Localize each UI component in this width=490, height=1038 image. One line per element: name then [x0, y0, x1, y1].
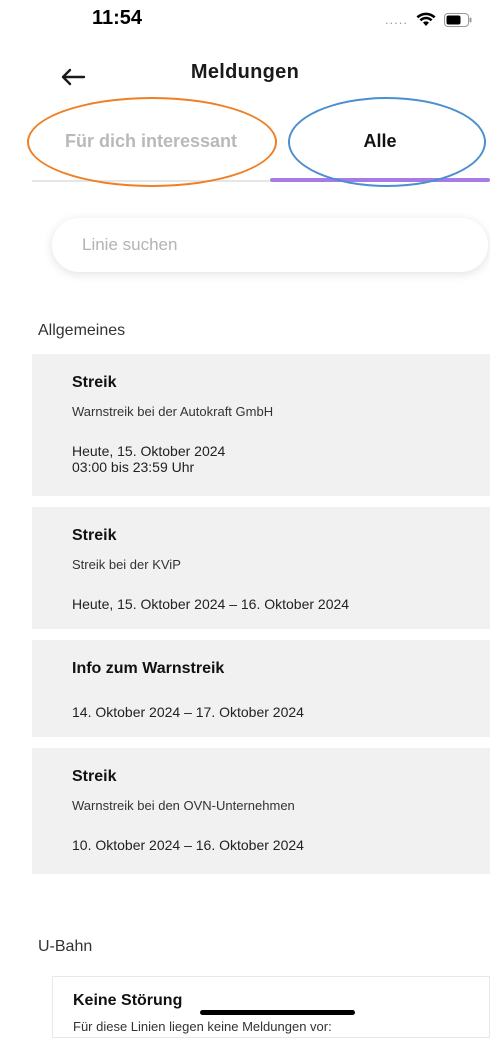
- signal-dots: .....: [384, 12, 408, 27]
- active-tab-indicator: [270, 178, 490, 182]
- message-card[interactable]: Streik Streik bei der KViP Heute, 15. Ok…: [32, 507, 490, 629]
- status-icons: .....: [385, 12, 472, 27]
- status-bar: 11:54 .....: [0, 0, 490, 40]
- card-title: Info zum Warnstreik: [72, 660, 225, 677]
- tab-fuer-dich-interessant[interactable]: Für dich interessant: [32, 104, 270, 178]
- message-card[interactable]: Streik Warnstreik bei der Autokraft GmbH…: [32, 354, 490, 496]
- section-heading-u-bahn: U-Bahn: [38, 938, 93, 955]
- message-card[interactable]: Streik Warnstreik bei den OVN-Unternehme…: [32, 748, 490, 874]
- battery-icon: [444, 12, 472, 27]
- card-title: Streik: [72, 527, 117, 544]
- card-time: 03:00 bis 23:59 Uhr: [72, 459, 195, 475]
- card-title: Streik: [72, 768, 117, 785]
- no-disruption-card[interactable]: Keine Störung Für diese Linien liegen ke…: [52, 976, 490, 1038]
- wifi-icon: [416, 12, 436, 27]
- card-date: Heute, 15. Oktober 2024: [72, 443, 226, 459]
- nav-bar: Meldungen: [0, 58, 490, 98]
- card-date: 14. Oktober 2024 – 17. Oktober 2024: [72, 704, 304, 720]
- card-subtitle: Warnstreik bei den OVN-Unternehmen: [72, 798, 295, 813]
- home-indicator: [200, 1010, 355, 1015]
- search-bar[interactable]: [52, 218, 488, 272]
- tab-bar: Für dich interessant Alle: [32, 104, 490, 182]
- tab-alle[interactable]: Alle: [270, 104, 490, 178]
- page-title: Meldungen: [190, 61, 300, 83]
- card-text: Für diese Linien liegen keine Meldungen …: [73, 1019, 332, 1034]
- search-input[interactable]: [52, 218, 462, 272]
- card-subtitle: Streik bei der KViP: [72, 557, 181, 572]
- tab-divider: [32, 180, 270, 182]
- message-card[interactable]: Info zum Warnstreik 14. Oktober 2024 – 1…: [32, 640, 490, 737]
- card-title: Keine Störung: [73, 992, 183, 1009]
- card-date: Heute, 15. Oktober 2024 – 16. Oktober 20…: [72, 596, 350, 612]
- card-subtitle: Warnstreik bei der Autokraft GmbH: [72, 404, 274, 419]
- card-title: Streik: [72, 374, 117, 391]
- status-time: 11:54: [92, 7, 143, 29]
- section-heading-allgemeines: Allgemeines: [38, 322, 126, 339]
- card-date: 10. Oktober 2024 – 16. Oktober 2024: [72, 837, 304, 853]
